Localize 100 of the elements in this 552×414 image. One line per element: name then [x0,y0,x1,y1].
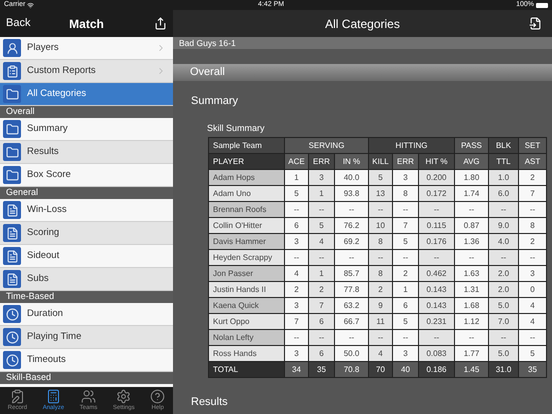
table-cell: 0 [518,282,546,298]
table-cell: 5 [308,218,334,234]
sidebar-item[interactable]: Box Score [0,164,173,187]
table-cell: -- [368,330,392,346]
wifi-icon [27,2,34,8]
item-label: Playing Time [27,330,82,344]
table-cell: -- [488,330,518,346]
table-cell: 3 [518,266,546,282]
sidebar-item[interactable]: Players [0,37,173,60]
table-cell: 5 [392,314,418,330]
column-header: TTL [488,154,518,170]
table-cell: 7 [392,218,418,234]
sidebar-item[interactable]: Win-Loss [0,199,173,222]
main-title: All Categories [325,16,400,32]
table-cell: 1.0 [488,170,518,186]
table-cell: 11 [368,314,392,330]
table-cell: -- [488,202,518,218]
table-cell: -- [368,250,392,266]
people-icon [80,388,96,404]
folder-icon [3,85,21,103]
table-cell: -- [392,330,418,346]
column-header: PLAYER [208,154,284,170]
table-cell: 2.0 [488,266,518,282]
table-cell: 7.0 [488,314,518,330]
table-cell: Nolan Lefty [208,330,284,346]
sidebar-item[interactable]: Timeouts [0,349,173,372]
settings-icon [116,388,132,404]
table-cell: 6 [392,298,418,314]
table-cell: 1 [392,282,418,298]
table-cell: 3 [308,170,334,186]
person-icon [3,39,21,57]
table-cell: 0.200 [418,170,454,186]
table-cell: 2.0 [488,282,518,298]
sidebar-item[interactable]: Results [0,141,173,164]
table-cell: -- [392,202,418,218]
table-cell: 5 [368,170,392,186]
table-cell: 8 [368,266,392,282]
table-cell: 1.63 [454,266,488,282]
table-cell: 1.31 [454,282,488,298]
table-cell: -- [334,250,368,266]
group-header: SERVING [284,138,368,154]
table-cell: 50.0 [334,346,368,362]
item-label: Win-Loss [27,202,68,217]
table-cell: -- [418,202,454,218]
sidebar-item[interactable]: Playing Time [0,326,173,349]
table-cell: -- [334,202,368,218]
table-cell: -- [392,250,418,266]
sidebar-item[interactable]: Duration [0,303,173,326]
share-icon[interactable] [154,17,167,30]
table-cell: 0.143 [418,282,454,298]
table-cell: 6.0 [488,186,518,202]
sidebar-item[interactable]: Custom Reports [0,60,173,83]
total-cell: 1.45 [454,362,488,378]
table-cell: 1.36 [454,234,488,250]
table-cell: -- [454,250,488,266]
table-cell: 1 [308,266,334,282]
table-cell: 40.0 [334,170,368,186]
table-cell: 2 [392,266,418,282]
total-cell: 31.0 [488,362,518,378]
table-cell: 10 [368,218,392,234]
table-cell: -- [418,330,454,346]
table-cell: 1.74 [454,186,488,202]
clock-icon [3,328,21,346]
table-cell: 66.7 [334,314,368,330]
table-cell: -- [284,250,308,266]
clipboard-icon [3,62,21,80]
table-cell: 76.2 [334,218,368,234]
table-cell: 77.8 [334,282,368,298]
table-cell: -- [284,330,308,346]
table-cell: 0.115 [418,218,454,234]
table-cell: 3 [284,234,308,250]
sidebar-item[interactable]: All Categories [0,83,173,106]
folder-icon [3,166,21,184]
sidebar-item[interactable]: Sideout [0,245,173,268]
table-cell: 6 [308,314,334,330]
item-label: Players [27,40,60,55]
table-cell: 2 [308,282,334,298]
table-cell: 0.231 [418,314,454,330]
sidebar-item[interactable]: Summary [0,118,173,141]
section-header: Overall [0,106,173,118]
table-cell: 0.083 [418,346,454,362]
column-header: KILL [368,154,392,170]
back-button[interactable]: Back [6,15,30,32]
match-bar: Bad Guys 16-1 [173,37,552,49]
table-cell: 8 [518,218,546,234]
table-cell: 63.2 [334,298,368,314]
table-cell: Collin O'Hitter [208,218,284,234]
export-icon[interactable] [529,17,542,30]
sidebar-item[interactable]: Scoring [0,222,173,245]
table-cell: -- [308,330,334,346]
table-cell: 3 [284,298,308,314]
table-cell: 8 [368,234,392,250]
table-cell: 1.77 [454,346,488,362]
summary-heading: Summary [190,94,240,109]
table-cell: -- [454,330,488,346]
table-cell: 0.176 [418,234,454,250]
team-cell: Sample Team [208,138,284,154]
sidebar-item[interactable]: Subs [0,268,173,291]
column-header: HIT % [418,154,454,170]
table-cell: 1 [308,186,334,202]
